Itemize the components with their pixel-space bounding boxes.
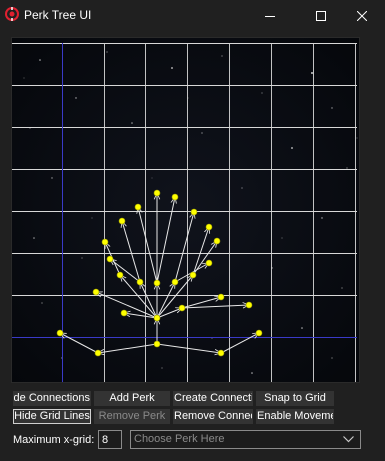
perk-node[interactable] xyxy=(94,349,102,357)
max-x-grid-input[interactable] xyxy=(98,430,122,449)
add-perk-button[interactable]: Add Perk xyxy=(94,391,170,406)
hide-grid-lines-button[interactable]: Hide Grid Lines xyxy=(13,409,91,424)
perk-node[interactable] xyxy=(153,279,161,287)
perk-node[interactable] xyxy=(245,301,253,309)
perk-node[interactable] xyxy=(171,278,179,286)
starfield-background xyxy=(12,38,359,382)
perk-node[interactable] xyxy=(118,217,126,225)
create-connection-button[interactable]: Create Connection xyxy=(173,391,253,406)
perk-node[interactable] xyxy=(205,223,213,231)
perk-tree-canvas[interactable] xyxy=(11,37,360,383)
perk-node[interactable] xyxy=(153,314,161,322)
perk-node[interactable] xyxy=(217,293,225,301)
perk-node[interactable] xyxy=(134,203,142,211)
perk-node[interactable] xyxy=(205,259,213,267)
perk-tree-graph[interactable] xyxy=(12,38,360,383)
minimize-icon xyxy=(265,15,275,17)
minimize-button[interactable] xyxy=(247,0,293,31)
perk-node[interactable] xyxy=(92,288,100,296)
window-title: Perk Tree UI xyxy=(24,8,92,22)
perk-node[interactable] xyxy=(153,189,161,197)
enable-movement-button[interactable]: Enable Movement xyxy=(256,409,334,424)
perk-node[interactable] xyxy=(190,208,198,216)
remove-perk-button[interactable]: Remove Perk xyxy=(94,409,170,424)
perk-node[interactable] xyxy=(106,255,114,263)
snap-to-grid-button[interactable]: Snap to Grid xyxy=(256,391,334,406)
perk-node[interactable] xyxy=(255,329,263,337)
close-button[interactable] xyxy=(339,0,385,31)
perk-node[interactable] xyxy=(56,329,64,337)
chevron-down-icon xyxy=(343,436,354,443)
title-bar: Perk Tree UI xyxy=(0,0,385,31)
perk-node[interactable] xyxy=(120,309,128,317)
perk-node[interactable] xyxy=(153,340,161,348)
perk-node[interactable] xyxy=(116,271,124,279)
maximize-icon xyxy=(316,10,326,21)
max-x-grid-label: Maximum x-grid: xyxy=(13,434,95,446)
perk-select-placeholder: Choose Perk Here xyxy=(134,433,225,445)
perk-node[interactable] xyxy=(101,238,109,246)
perk-node[interactable] xyxy=(171,193,179,201)
perk-node[interactable] xyxy=(217,349,225,357)
perk-node[interactable] xyxy=(213,237,221,245)
hide-connections-button[interactable]: Hide Connections xyxy=(13,391,91,406)
perk-node[interactable] xyxy=(189,271,197,279)
perk-select-dropdown[interactable]: Choose Perk Here xyxy=(130,430,361,449)
close-icon xyxy=(357,10,367,21)
remove-connection-button[interactable]: Remove Connection xyxy=(173,409,253,424)
app-icon xyxy=(5,7,19,21)
perk-node[interactable] xyxy=(178,304,186,312)
perk-node[interactable] xyxy=(136,278,144,286)
maximize-button[interactable] xyxy=(298,0,344,31)
